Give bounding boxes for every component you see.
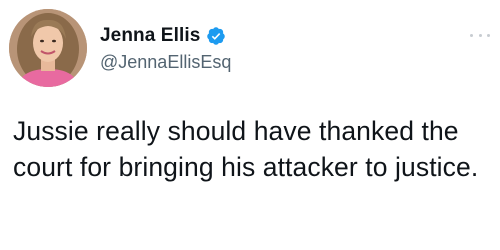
display-name[interactable]: Jenna Ellis [100, 25, 200, 47]
author-name-row: Jenna Ellis [100, 24, 226, 48]
tweet-card: Jenna Ellis @JennaEllisEsq Jussie really… [0, 0, 500, 250]
profile-photo-icon [9, 9, 87, 87]
avatar[interactable] [9, 9, 87, 87]
more-options-icon[interactable] [470, 30, 490, 40]
dot [478, 33, 482, 37]
tweet-text: Jussie really should have thanked the co… [13, 116, 479, 182]
verified-badge-icon [206, 26, 226, 46]
dot [487, 33, 490, 37]
dot [470, 33, 473, 37]
author-handle[interactable]: @JennaEllisEsq [100, 52, 231, 73]
